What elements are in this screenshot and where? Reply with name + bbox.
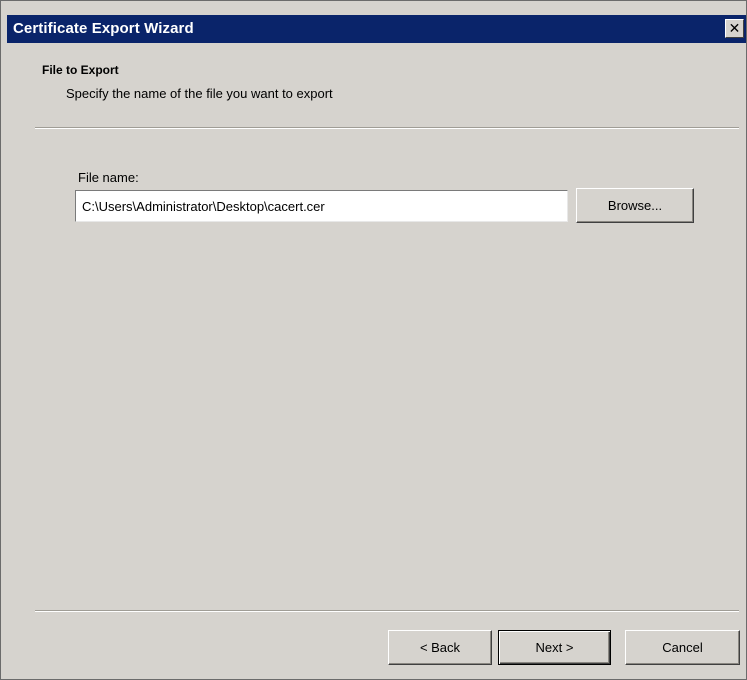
file-name-input[interactable] [75, 190, 568, 222]
title-bar[interactable]: Certificate Export Wizard ✕ [7, 15, 746, 43]
step-title: File to Export [42, 63, 119, 77]
window-title: Certificate Export Wizard [13, 20, 194, 37]
next-button[interactable]: Next > [498, 630, 611, 665]
close-icon: ✕ [728, 20, 741, 36]
footer-divider [35, 610, 739, 612]
cancel-button[interactable]: Cancel [625, 630, 740, 665]
certificate-export-wizard-dialog: Certificate Export Wizard ✕ File to Expo… [0, 0, 747, 680]
step-subtitle: Specify the name of the file you want to… [66, 86, 333, 101]
wizard-header: File to Export Specify the name of the f… [7, 43, 746, 127]
browse-button[interactable]: Browse... [576, 188, 694, 223]
file-name-label: File name: [78, 170, 139, 185]
header-divider [35, 127, 739, 129]
back-button[interactable]: < Back [388, 630, 492, 665]
close-button[interactable]: ✕ [725, 19, 744, 38]
